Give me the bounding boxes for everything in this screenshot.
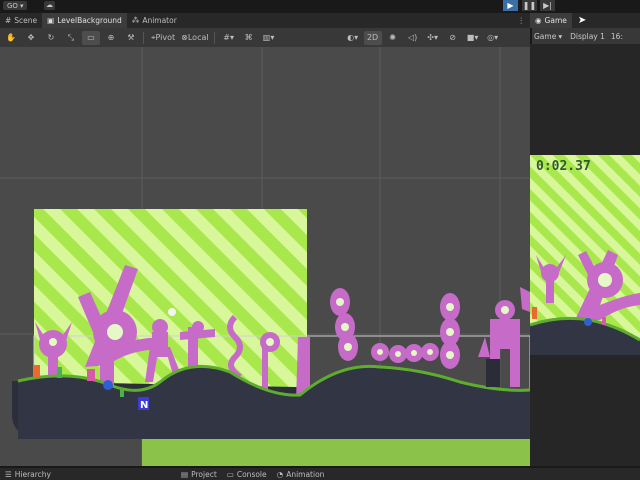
game-icon: ◉	[535, 16, 542, 25]
toggle-2d-button[interactable]: 2D	[363, 30, 382, 45]
game-view-dropdown[interactable]: Game	[534, 32, 556, 41]
audio-icon[interactable]: ◁)	[404, 31, 422, 45]
lighting-icon[interactable]: ✺	[384, 31, 402, 45]
gizmos-icon[interactable]: ◎▾	[484, 31, 502, 45]
prefab-icon: ▣	[47, 16, 55, 25]
snap-increment-icon[interactable]: ⌘	[240, 31, 258, 45]
tab-animation[interactable]: ◔ Animation	[272, 468, 330, 480]
pivot-dropdown[interactable]: ⌖ Pivot	[149, 31, 177, 45]
account-dropdown[interactable]: GO ▾	[3, 1, 28, 10]
chevron-down-icon: ▾	[19, 1, 24, 10]
scene-tab-bar: # Scene ▣ LevelBackground ⁂ Animator ⋮	[0, 13, 530, 28]
tab-levelbackground[interactable]: ▣ LevelBackground	[42, 13, 127, 28]
tab-game[interactable]: ◉ Game	[530, 13, 572, 28]
step-icon: ▶|	[543, 1, 552, 10]
bottom-tab-bar: ☰ Hierarchy ▤ Project ▭ Console ◔ Animat…	[0, 468, 640, 480]
game-toolbar: Game ▾ Display 1 16:	[532, 28, 640, 44]
tab-hierarchy[interactable]: ☰ Hierarchy	[0, 468, 56, 480]
play-icon: ▶	[507, 1, 514, 10]
ruler-icon[interactable]: ▥▾	[260, 31, 278, 45]
pause-button[interactable]: ❚❚	[522, 0, 537, 11]
cursor-arrow-icon: ➤	[577, 15, 587, 26]
hidden-objects-icon[interactable]: ⊘	[444, 31, 462, 45]
tab-scene-label: Scene	[14, 16, 38, 25]
shading-mode-icon[interactable]: ◐▾	[344, 31, 362, 45]
tab-hierarchy-label: Hierarchy	[14, 469, 51, 479]
tab-project-label: Project	[191, 469, 217, 479]
divider	[213, 31, 215, 44]
pillar	[486, 359, 500, 387]
tab-animator[interactable]: ⁂ Animator	[127, 13, 182, 28]
project-icon: ▤	[181, 469, 189, 479]
camera-icon[interactable]: ■▾	[464, 31, 482, 45]
game-tab-bar: ◉ Game ➤	[530, 13, 640, 28]
custom-tool-icon[interactable]: ⚒	[122, 31, 140, 45]
console-icon: ▭	[226, 469, 234, 479]
account-label: GO	[7, 1, 18, 10]
tab-console[interactable]: ▭ Console	[222, 468, 272, 480]
local-dropdown[interactable]: ⊗ Local	[179, 31, 210, 45]
rotate-tool-icon[interactable]: ↻	[42, 31, 60, 45]
tab-console-label: Console	[236, 469, 267, 479]
game-canvas	[530, 155, 640, 355]
tab-project[interactable]: ▤ Project	[176, 468, 222, 480]
scene-canvas: N	[0, 47, 530, 466]
scale-tool-icon[interactable]: ⤡	[62, 31, 80, 45]
pivot-label: Pivot	[155, 33, 176, 42]
resolution-dropdown[interactable]: 16:	[611, 32, 623, 41]
pause-icon: ❚❚	[522, 1, 537, 10]
scene-view[interactable]: N	[0, 47, 530, 466]
cloud-icon[interactable]: ☁	[44, 1, 55, 10]
more-options-icon[interactable]: ⋮	[513, 13, 531, 28]
toggle-2d-label: 2D	[366, 33, 379, 42]
local-icon: ⊗	[181, 33, 188, 42]
tab-game-label: Game	[544, 16, 567, 25]
game-viewport[interactable]: 0:02.37	[530, 155, 640, 355]
hierarchy-icon: ☰	[5, 469, 12, 479]
tab-levelbackground-label: LevelBackground	[57, 16, 122, 25]
rect-tool-icon[interactable]: ▭	[82, 30, 100, 45]
display-dropdown[interactable]: Display 1	[570, 32, 605, 41]
move-tool-icon[interactable]: ✥	[22, 31, 40, 45]
top-bar: GO ▾ ☁ ▶ ❚❚ ▶|	[0, 0, 640, 12]
tab-scene[interactable]: # Scene	[0, 13, 42, 28]
chevron-down-icon: ▾	[558, 31, 563, 41]
local-label: Local	[187, 33, 209, 42]
grid-snap-icon[interactable]: #▾	[220, 31, 238, 45]
scene-icon: #	[5, 16, 12, 25]
tab-animation-label: Animation	[286, 469, 325, 479]
animation-icon: ◔	[276, 469, 284, 479]
effects-icon[interactable]: ✣▾	[424, 31, 442, 45]
step-button[interactable]: ▶|	[540, 0, 555, 11]
scene-toolbar: ✋ ✥ ↻ ⤡ ▭ ⊕ ⚒ ⌖ Pivot ⊗ Local #▾ ⌘ ▥▾ ◐▾…	[0, 28, 530, 47]
animator-icon: ⁂	[131, 16, 140, 25]
game-timer: 0:02.37	[536, 159, 591, 174]
svg-text:N: N	[140, 400, 148, 411]
hand-tool-icon[interactable]: ✋	[2, 31, 20, 45]
divider	[143, 31, 144, 44]
tab-animator-label: Animator	[142, 16, 177, 25]
play-button[interactable]: ▶	[503, 0, 518, 11]
transform-tool-icon[interactable]: ⊕	[102, 31, 120, 45]
